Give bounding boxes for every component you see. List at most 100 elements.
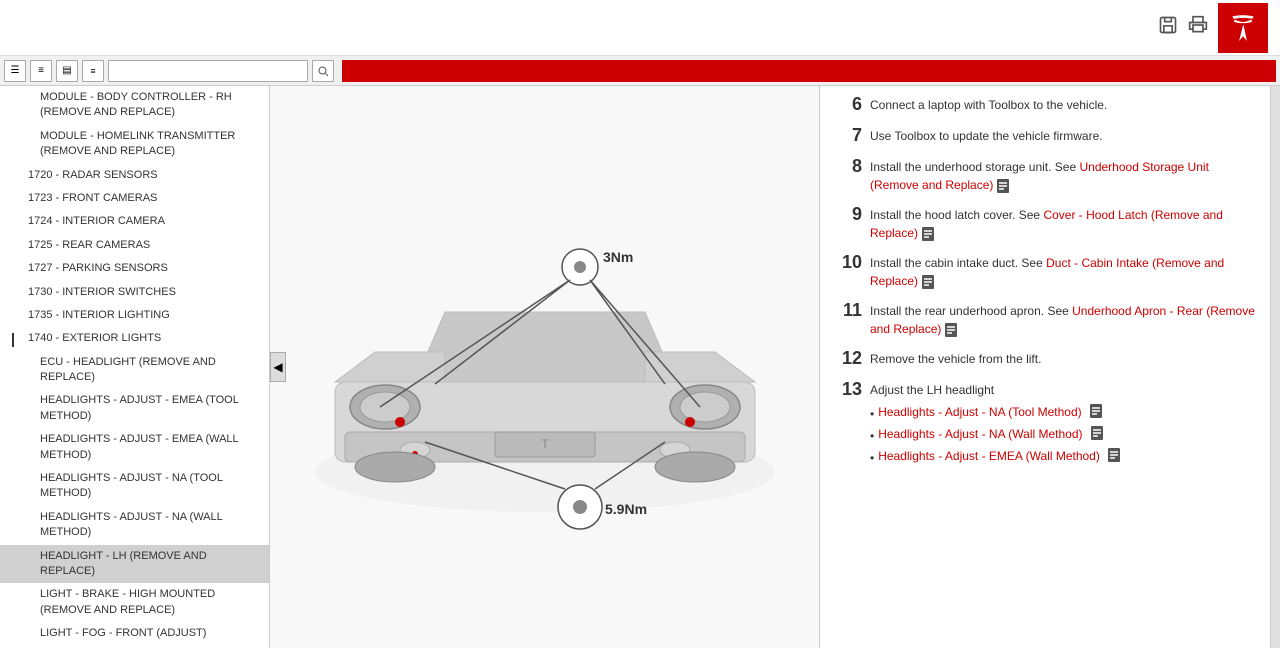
bullet-filled xyxy=(12,240,22,250)
svg-text:T: T xyxy=(541,437,549,451)
svg-text:3Nm: 3Nm xyxy=(603,249,633,265)
sidebar-item-label: MODULE - HOMELINK TRANSMITTER (REMOVE AN… xyxy=(40,129,261,160)
sidebar-item-module-homelink[interactable]: MODULE - HOMELINK TRANSMITTER (REMOVE AN… xyxy=(0,125,269,164)
sidebar-item-headlights-na-wall[interactable]: HEADLIGHTS - ADJUST - NA (WALL METHOD) xyxy=(0,506,269,545)
sidebar-item-1720[interactable]: 1720 - RADAR SENSORS xyxy=(0,164,269,187)
step-sub-item-0: • Headlights - Adjust - NA (Tool Method) xyxy=(870,403,1258,423)
instruction-row-13: 13Adjust the LH headlight • Headlights -… xyxy=(832,379,1258,469)
doc-icon xyxy=(921,274,935,290)
step-text: Install the hood latch cover. See xyxy=(870,208,1043,222)
step-number-9: 9 xyxy=(832,204,862,225)
step-content-7: Use Toolbox to update the vehicle firmwa… xyxy=(870,125,1258,145)
step-number-11: 11 xyxy=(832,300,862,321)
doc-icon xyxy=(944,322,958,338)
sidebar-item-headlights-emea-wall[interactable]: HEADLIGHTS - ADJUST - EMEA (WALL METHOD) xyxy=(0,428,269,467)
step-content-8: Install the underhood storage unit. See … xyxy=(870,156,1258,194)
sidebar-item-label: 1730 - INTERIOR SWITCHES xyxy=(28,285,261,300)
search-button[interactable] xyxy=(312,60,334,82)
sidebar-item-label: LIGHT - FOG - FRONT (ADJUST) xyxy=(40,626,261,641)
sidebar-item-label: 1740 - EXTERIOR LIGHTS xyxy=(28,331,261,346)
save-icon[interactable] xyxy=(1158,15,1178,40)
step-number-6: 6 xyxy=(832,94,862,115)
bullet-none xyxy=(24,357,34,367)
sidebar-item-headlights-na-tool[interactable]: HEADLIGHTS - ADJUST - NA (TOOL METHOD) xyxy=(0,467,269,506)
toolbar-btn-4[interactable]: ≡ xyxy=(82,60,104,82)
bullet-filled xyxy=(12,170,22,180)
sidebar-item-ecu-headlight[interactable]: ECU - HEADLIGHT (REMOVE AND REPLACE) xyxy=(0,351,269,390)
step-text: Adjust the LH headlight xyxy=(870,383,994,397)
sidebar-item-1740[interactable]: 1740 - EXTERIOR LIGHTS xyxy=(0,327,269,350)
step-text: Remove the vehicle from the lift. xyxy=(870,352,1041,366)
page-title-bar xyxy=(342,60,1276,82)
step-number-8: 8 xyxy=(832,156,862,177)
step-sub-item-1: • Headlights - Adjust - NA (Wall Method) xyxy=(870,425,1258,445)
scroll-track[interactable] xyxy=(1270,86,1280,648)
sidebar-item-label: ECU - HEADLIGHT (REMOVE AND REPLACE) xyxy=(40,355,261,386)
instruction-row-6: 6 Connect a laptop with Toolbox to the ve… xyxy=(832,94,1258,115)
bullet-filled xyxy=(12,193,22,203)
step-text: Install the cabin intake duct. See xyxy=(870,256,1046,270)
step-number-7: 7 xyxy=(832,125,862,146)
doc-icon xyxy=(1107,447,1121,463)
header xyxy=(0,0,1280,56)
instructions-list: 6 Connect a laptop with Toolbox to the ve… xyxy=(832,94,1258,469)
step-content-11: Install the rear underhood apron. See Un… xyxy=(870,300,1258,338)
step-content-6: Connect a laptop with Toolbox to the veh… xyxy=(870,94,1258,114)
step-text: Connect a laptop with Toolbox to the veh… xyxy=(870,98,1107,112)
header-icons xyxy=(1158,3,1268,53)
collapse-arrow[interactable]: ◀ xyxy=(270,352,286,382)
sidebar-item-label: 1727 - PARKING SENSORS xyxy=(28,261,261,276)
step-content-10: Install the cabin intake duct. See Duct … xyxy=(870,252,1258,290)
instruction-row-9: 9Install the hood latch cover. See Cover… xyxy=(832,204,1258,242)
toolbar-btn-2[interactable]: ≡ xyxy=(30,60,52,82)
sub-bullet: • xyxy=(870,405,874,423)
step-content-13: Adjust the LH headlight • Headlights - A… xyxy=(870,379,1258,469)
sidebar-item-1727[interactable]: 1727 - PARKING SENSORS xyxy=(0,257,269,280)
bullet-none xyxy=(24,131,34,141)
step-text: Use Toolbox to update the vehicle firmwa… xyxy=(870,129,1103,143)
sub-link-0[interactable]: Headlights - Adjust - NA (Tool Method) xyxy=(878,403,1081,421)
step-content-12: Remove the vehicle from the lift. xyxy=(870,348,1258,368)
main-content: MODULE - BODY CONTROLLER - RH (REMOVE AN… xyxy=(0,86,1280,648)
sidebar-item-headlight-lh[interactable]: HEADLIGHT - LH (REMOVE AND REPLACE) xyxy=(0,545,269,584)
bullet-none xyxy=(24,551,34,561)
bullet-empty xyxy=(12,333,22,343)
step-number-12: 12 xyxy=(832,348,862,369)
sidebar-item-headlights-emea-tool[interactable]: HEADLIGHTS - ADJUST - EMEA (TOOL METHOD) xyxy=(0,389,269,428)
toolbar-btn-1[interactable]: ☰ xyxy=(4,60,26,82)
doc-icon xyxy=(996,178,1010,194)
sidebar-item-1730[interactable]: 1730 - INTERIOR SWITCHES xyxy=(0,281,269,304)
sidebar-item-module-body[interactable]: MODULE - BODY CONTROLLER - RH (REMOVE AN… xyxy=(0,86,269,125)
instruction-row-12: 12 Remove the vehicle from the lift. xyxy=(832,348,1258,369)
sub-bullet: • xyxy=(870,427,874,445)
toolbar-btn-3[interactable]: ▤ xyxy=(56,60,78,82)
sidebar-item-1724[interactable]: 1724 - INTERIOR CAMERA xyxy=(0,210,269,233)
sidebar-item-label: HEADLIGHTS - ADJUST - EMEA (TOOL METHOD) xyxy=(40,393,261,424)
sidebar-item-label: HEADLIGHT - LH (REMOVE AND REPLACE) xyxy=(40,549,261,580)
instruction-row-11: 11 Install the rear underhood apron. See … xyxy=(832,300,1258,338)
sub-link-1[interactable]: Headlights - Adjust - NA (Wall Method) xyxy=(878,425,1082,443)
doc-icon xyxy=(1090,425,1104,441)
sidebar-item-1723[interactable]: 1723 - FRONT CAMERAS xyxy=(0,187,269,210)
sidebar-item-label: MODULE - BODY CONTROLLER - RH (REMOVE AN… xyxy=(40,90,261,121)
sidebar-item-light-brake[interactable]: LIGHT - BRAKE - HIGH MOUNTED (REMOVE AND… xyxy=(0,583,269,622)
tesla-logo xyxy=(1218,3,1268,53)
svg-text:5.9Nm: 5.9Nm xyxy=(605,501,647,517)
sub-bullet: • xyxy=(870,449,874,467)
bullet-none xyxy=(24,92,34,102)
instruction-row-10: 10Install the cabin intake duct. See Duc… xyxy=(832,252,1258,290)
print-icon[interactable] xyxy=(1188,15,1208,40)
sidebar-item-1725[interactable]: 1725 - REAR CAMERAS xyxy=(0,234,269,257)
sidebar-item-1735[interactable]: 1735 - INTERIOR LIGHTING xyxy=(0,304,269,327)
bullet-filled xyxy=(12,310,22,320)
sidebar-item-label: 1725 - REAR CAMERAS xyxy=(28,238,261,253)
sidebar-item-light-fog-front[interactable]: LIGHT - FOG - FRONT (ADJUST) xyxy=(0,622,269,645)
sidebar-item-label: HEADLIGHTS - ADJUST - EMEA (WALL METHOD) xyxy=(40,432,261,463)
bullet-none xyxy=(24,589,34,599)
diagram-area: ◀ xyxy=(270,86,820,648)
bullet-none xyxy=(24,512,34,522)
sub-link-2[interactable]: Headlights - Adjust - EMEA (Wall Method) xyxy=(878,447,1100,465)
toolbar: ☰ ≡ ▤ ≡ xyxy=(0,56,1280,86)
sidebar: MODULE - BODY CONTROLLER - RH (REMOVE AN… xyxy=(0,86,270,648)
search-input[interactable] xyxy=(108,60,308,82)
